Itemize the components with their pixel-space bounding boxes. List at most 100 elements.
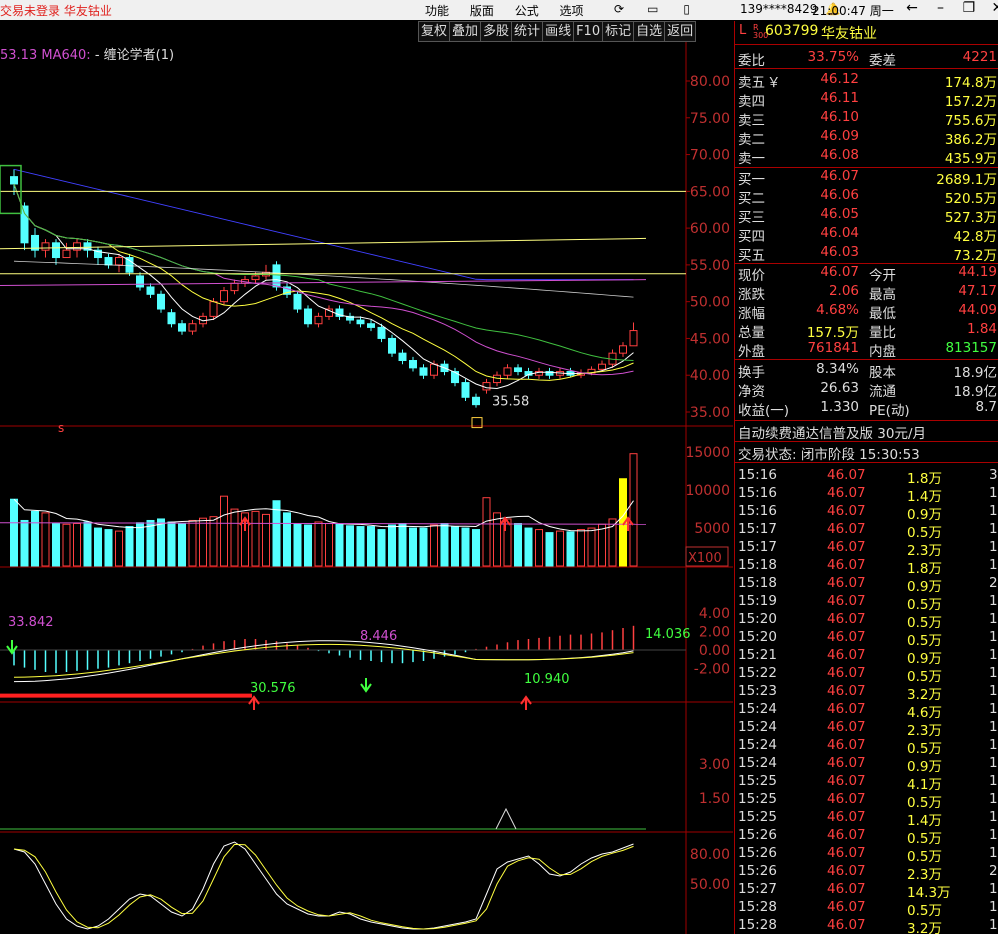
quote-value: 44.19 [958, 264, 997, 280]
s-marker: s [58, 421, 64, 435]
buy-volume: 527.3万 [944, 210, 997, 226]
candle [178, 323, 186, 332]
volume-bar [199, 517, 207, 567]
fundamental-value: 1.330 [820, 399, 859, 415]
toolbar-adjust-button[interactable]: 复权 [418, 21, 450, 42]
indicator-sep: - [94, 48, 100, 63]
phone-icon[interactable]: ▯ [678, 2, 696, 16]
tick-time: 15:18 [738, 575, 777, 591]
volume-bar [419, 527, 428, 567]
tick-row[interactable]: 15:24 46.07 2.3万 1 [735, 719, 998, 739]
tick-time: 15:28 [738, 917, 777, 933]
tick-row[interactable]: 15:26 46.07 0.5万 1 [735, 827, 998, 847]
tick-row[interactable]: 15:20 46.07 0.5万 1 [735, 611, 998, 631]
volume-bar [20, 519, 29, 567]
tick-row[interactable]: 15:28 46.07 0.5万 1 [735, 899, 998, 919]
tick-price: 46.07 [827, 683, 866, 699]
buy-price: 46.07 [820, 168, 859, 184]
fundamental-value: 8.34% [816, 361, 859, 377]
volume-bar [125, 526, 134, 567]
tick-row[interactable]: 15:25 46.07 1.4万 1 [735, 809, 998, 829]
sell-price: 46.11 [820, 90, 859, 106]
volume-bar [430, 524, 438, 567]
tick-row[interactable]: 15:26 46.07 0.5万 1 [735, 845, 998, 865]
stock-header[interactable]: L R 300 603799 华友钴业 [735, 23, 998, 43]
tick-row[interactable]: 15:28 46.07 3.2万 1 [735, 917, 998, 934]
toolbar-stats-button[interactable]: 统计 [511, 21, 543, 42]
tick-row[interactable]: 15:16 46.07 1.4万 1 [735, 485, 998, 505]
close-icon[interactable]: ✕ [985, 0, 998, 16]
menu-options[interactable]: 选项 [560, 2, 584, 19]
menu-formula[interactable]: 公式 [515, 2, 539, 19]
divider [735, 462, 998, 463]
fundamental-label: 股本 [869, 365, 896, 381]
restore-icon[interactable]: ❐ [957, 0, 981, 16]
candle [220, 290, 228, 303]
candle [493, 374, 501, 384]
tick-volume: 0.5万 [907, 831, 942, 847]
toolbar-draw-line-button[interactable]: 画线 [542, 21, 574, 42]
refresh-icon[interactable]: ⟳ [610, 2, 628, 16]
toolbar-watchlist-button[interactable]: 自选 [633, 21, 665, 42]
tick-row[interactable]: 15:18 46.07 1.8万 1 [735, 557, 998, 577]
candle [62, 249, 71, 259]
menu-layout[interactable]: 版面 [470, 2, 494, 19]
macd-annotation: 8.446 [360, 629, 397, 644]
tick-row[interactable]: 15:21 46.07 0.9万 1 [735, 647, 998, 667]
toolbar-multi-stock-button[interactable]: 多股 [480, 21, 512, 42]
sell-row[interactable]: 卖二 46.09 386.2万 [735, 128, 998, 148]
candle [188, 323, 197, 332]
buy-row[interactable]: 买一 46.07 2689.1万 [735, 168, 998, 188]
chart-area[interactable]: 80.00 75.00 70.00 65.00 60.00 55.00 50.00 45.00… [0, 42, 733, 934]
ad-banner[interactable]: 自动续费通达信普及版 30元/月 [735, 422, 998, 442]
buy-row[interactable]: 买三 46.05 527.3万 [735, 206, 998, 226]
toolbar-f10-button[interactable]: F10 [573, 21, 603, 42]
toolbar-overlay-button[interactable]: 叠加 [449, 21, 481, 42]
tick-row[interactable]: 15:22 46.07 0.5万 1 [735, 665, 998, 685]
tick-row[interactable]: 15:24 46.07 0.5万 1 [735, 737, 998, 757]
tick-row[interactable]: 15:18 46.07 0.9万 2 [735, 575, 998, 595]
indicator-title: 53.13 MA640: - 缠论学者(1) [0, 44, 174, 63]
tick-volume: 2.3万 [907, 723, 942, 739]
tick-row[interactable]: 15:24 46.07 0.9万 1 [735, 755, 998, 775]
minimize-icon[interactable]: – [928, 0, 952, 16]
tick-row[interactable]: 15:26 46.07 2.3万 2 [735, 863, 998, 883]
macd-annotation: 33.842 [8, 615, 54, 630]
tick-row[interactable]: 15:17 46.07 0.5万 1 [735, 521, 998, 541]
sell-row[interactable]: 卖三 46.10 755.6万 [735, 109, 998, 129]
weicha-label: 委差 [869, 53, 896, 69]
sell-row[interactable]: 卖五 ￥ 46.12 174.8万 [735, 71, 998, 91]
sell-arrow [6, 640, 18, 655]
buy-price: 46.03 [820, 244, 859, 260]
tick-volume: 0.5万 [907, 849, 942, 865]
tick-row[interactable]: 15:17 46.07 2.3万 1 [735, 539, 998, 559]
tick-row[interactable]: 15:25 46.07 0.5万 1 [735, 791, 998, 811]
tick-count: 1 [989, 665, 998, 681]
volume-bar [346, 525, 354, 567]
volume-bar [314, 521, 323, 567]
menu-function[interactable]: 功能 [425, 2, 449, 19]
buy-row[interactable]: 买二 46.06 520.5万 [735, 187, 998, 207]
stock-name: 华友钴业 [821, 26, 877, 42]
tick-row[interactable]: 15:16 46.07 0.9万 1 [735, 503, 998, 523]
tick-row[interactable]: 15:23 46.07 3.2万 1 [735, 683, 998, 703]
kline-chart[interactable]: 80.00 75.00 70.00 65.00 60.00 55.00 50.00 45.00… [0, 42, 733, 934]
buy-row[interactable]: 买五 46.03 73.2万 [735, 244, 998, 264]
tick-row[interactable]: 15:20 46.07 0.5万 1 [735, 629, 998, 649]
candle [398, 352, 407, 362]
tick-time: 15:16 [738, 485, 777, 501]
fundamental-label: PE(动) [869, 403, 910, 419]
toolbar-back-button[interactable]: 返回 [664, 21, 697, 42]
sell-row[interactable]: 卖四 46.11 157.2万 [735, 90, 998, 110]
message-icon[interactable]: ▭ [644, 2, 662, 16]
buy-arrow [248, 695, 260, 710]
tick-row[interactable]: 15:16 46.07 1.8万 3 [735, 467, 998, 487]
back-icon[interactable]: ← [900, 0, 924, 16]
buy-row[interactable]: 买四 46.04 42.8万 [735, 225, 998, 245]
toolbar-mark-button[interactable]: 标记 [602, 21, 634, 42]
tick-row[interactable]: 15:19 46.07 0.5万 1 [735, 593, 998, 613]
tick-row[interactable]: 15:25 46.07 4.1万 1 [735, 773, 998, 793]
sell-row[interactable]: 卖一 46.08 435.9万 [735, 147, 998, 167]
tick-row[interactable]: 15:27 46.07 14.3万 11 [735, 881, 998, 901]
tick-row[interactable]: 15:24 46.07 4.6万 1 [735, 701, 998, 721]
